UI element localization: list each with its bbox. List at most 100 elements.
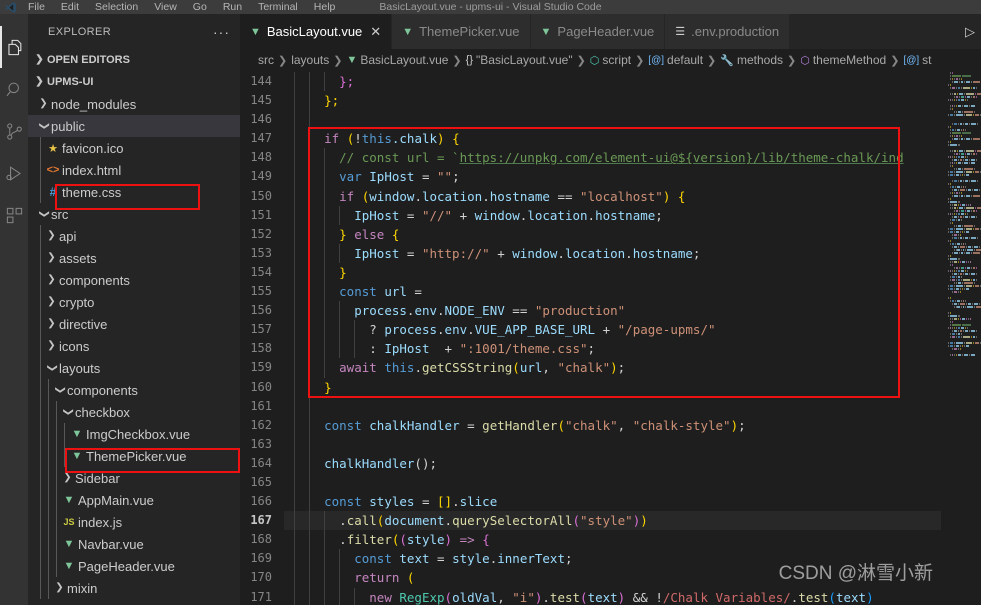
code-line[interactable]: const url = <box>284 282 941 302</box>
chevron-right-icon[interactable]: ❯ <box>44 247 59 269</box>
tree-file[interactable]: # theme.css <box>28 181 240 203</box>
tree-folder[interactable]: ❯ Sidebar <box>28 467 240 489</box>
chevron-right-icon[interactable]: ❯ <box>60 467 75 489</box>
chevron-down-icon[interactable]: ❯ <box>33 119 55 134</box>
breadcrumb-item[interactable]: [@] default <box>648 53 703 67</box>
code-line[interactable]: } <box>284 377 941 397</box>
code-line[interactable]: } else { <box>284 224 941 244</box>
menu-help[interactable]: Help <box>306 0 344 14</box>
tree-file[interactable]: JS index.js <box>28 511 240 533</box>
tree-folder[interactable]: ❯ checkbox <box>28 401 240 423</box>
tree-folder[interactable]: ❯ directive <box>28 313 240 335</box>
code-line[interactable]: process.env.NODE_ENV == "production" <box>284 301 941 321</box>
menu-selection[interactable]: Selection <box>87 0 146 14</box>
code-line[interactable] <box>284 110 941 130</box>
code-line[interactable]: new RegExp(oldVal, "i").test(text) && !/… <box>284 587 941 605</box>
breadcrumb[interactable]: src ❯ layouts ❯ ▼ BasicLayout.vue ❯{} "BasicLay… <box>240 49 981 71</box>
chevron-down-icon[interactable]: ❯ <box>49 383 71 398</box>
code-line[interactable] <box>284 472 941 493</box>
source-control-icon[interactable] <box>0 110 28 152</box>
chevron-right-icon[interactable]: ❯ <box>44 269 59 291</box>
tree-file[interactable]: ▼ AppMain.vue <box>28 489 240 511</box>
editor-tab[interactable]: ☰ .env.production <box>665 14 791 49</box>
menu-view[interactable]: View <box>146 0 185 14</box>
code-line[interactable]: IpHost = "//" + window.location.hostname… <box>284 205 941 225</box>
code-line[interactable]: if (!this.chalk) { <box>284 129 941 149</box>
breadcrumb-item[interactable]: ▼ BasicLayout.vue <box>346 53 448 67</box>
chevron-down-icon[interactable]: ❯ <box>41 361 63 376</box>
editor-tab-bar[interactable]: ▼ BasicLayout.vue ✕ ▼ ThemePicker.vue ▼ PageHe… <box>240 14 981 49</box>
tree-file[interactable]: ▼ PageHeader.vue <box>28 555 240 577</box>
tree-folder[interactable]: ❯ src <box>28 203 240 225</box>
explorer-icon[interactable] <box>0 26 28 68</box>
breadcrumb-item[interactable]: ⬡ script <box>590 53 631 67</box>
breadcrumb-item[interactable]: [@] st <box>903 53 931 67</box>
code-line[interactable]: const chalkHandler = getHandler("chalk",… <box>284 415 941 435</box>
tree-folder[interactable]: ❯ crypto <box>28 291 240 313</box>
code-content[interactable]: }; }; if (!this.chalk) { // const url = … <box>284 71 941 605</box>
more-actions-icon[interactable]: ··· <box>213 24 234 40</box>
tree-file[interactable]: ▼ ThemePicker.vue <box>28 445 240 467</box>
chevron-right-icon[interactable]: ❯ <box>52 577 67 599</box>
code-line[interactable]: .call(document.querySelectorAll("style")… <box>284 511 941 531</box>
tree-folder[interactable]: ❯ assets <box>28 247 240 269</box>
menu-terminal[interactable]: Terminal <box>250 0 306 14</box>
tree-folder[interactable]: ❯ icons <box>28 335 240 357</box>
tree-folder[interactable]: ❯ components <box>28 379 240 401</box>
search-icon[interactable] <box>0 68 28 110</box>
chevron-right-icon[interactable]: ❯ <box>44 313 59 335</box>
menu-run[interactable]: Run <box>215 0 250 14</box>
open-editors-section[interactable]: ❯ OPEN EDITORS <box>28 49 240 71</box>
minimap[interactable] <box>941 71 981 605</box>
code-line[interactable]: if (window.location.hostname == "localho… <box>284 186 941 206</box>
code-line[interactable] <box>284 434 941 454</box>
menu-bar[interactable]: File Edit Selection View Go Run Terminal Help <box>20 0 343 14</box>
breadcrumb-item[interactable]: 🔧 methods <box>720 53 783 67</box>
code-line[interactable]: chalkHandler(); <box>284 453 941 473</box>
tree-folder[interactable]: ❯ components <box>28 269 240 291</box>
breadcrumb-item[interactable]: ⬡ themeMethod <box>800 53 886 67</box>
split-editor-icon[interactable]: ▷ <box>965 24 975 40</box>
code-line[interactable]: }; <box>284 91 941 111</box>
code-line[interactable]: IpHost = "http://" + window.location.hos… <box>284 243 941 263</box>
menu-edit[interactable]: Edit <box>53 0 87 14</box>
tree-file[interactable]: <> index.html <box>28 159 240 181</box>
code-editor[interactable]: 144 145 146 147 148 149 150 151 152 153 154 155 156 1… <box>240 71 981 605</box>
tree-file[interactable]: ▼ Navbar.vue <box>28 533 240 555</box>
breadcrumb-item[interactable]: src <box>258 53 274 67</box>
code-line[interactable]: : IpHost + ":1001/theme.css"; <box>284 339 941 359</box>
tree-file[interactable]: ▼ ImgCheckbox.vue <box>28 423 240 445</box>
file-tree[interactable]: ❯ node_modules ❯ public ★ favicon.ico <> index.… <box>28 93 240 599</box>
chevron-right-icon[interactable]: ❯ <box>44 335 59 357</box>
code-line[interactable]: const styles = [].slice <box>284 492 941 512</box>
tree-folder[interactable]: ❯ public <box>28 115 240 137</box>
code-line[interactable]: .filter((style) => { <box>284 530 941 550</box>
code-line[interactable]: await this.getCSSString(url, "chalk"); <box>284 358 941 378</box>
code-line[interactable]: }; <box>284 72 941 92</box>
chevron-down-icon[interactable]: ❯ <box>57 405 79 420</box>
tree-folder[interactable]: ❯ layouts <box>28 357 240 379</box>
tree-folder[interactable]: ❯ mixin <box>28 577 240 599</box>
tree-folder[interactable]: ❯ api <box>28 225 240 247</box>
close-icon[interactable]: ✕ <box>370 24 381 40</box>
code-line[interactable] <box>284 396 941 416</box>
editor-actions[interactable]: ▷ <box>965 14 981 49</box>
code-line[interactable]: ? process.env.VUE_APP_BASE_URL + "/page-… <box>284 320 941 340</box>
project-section[interactable]: ❯ UPMS-UI <box>28 71 240 93</box>
tree-file[interactable]: ★ favicon.ico <box>28 137 240 159</box>
code-line[interactable]: } <box>284 262 941 283</box>
chevron-right-icon[interactable]: ❯ <box>44 225 59 247</box>
chevron-down-icon[interactable]: ❯ <box>33 207 55 222</box>
chevron-right-icon[interactable]: ❯ <box>44 291 59 313</box>
menu-go[interactable]: Go <box>185 0 215 14</box>
breadcrumb-item[interactable]: {} "BasicLayout.vue" <box>466 53 573 67</box>
run-debug-icon[interactable] <box>0 152 28 194</box>
chevron-right-icon[interactable]: ❯ <box>36 93 51 115</box>
breadcrumb-item[interactable]: layouts <box>291 53 329 67</box>
editor-tab[interactable]: ▼ ThemePicker.vue <box>392 14 531 49</box>
tree-folder[interactable]: ❯ node_modules <box>28 93 240 115</box>
code-line[interactable]: var IpHost = ""; <box>284 167 941 187</box>
extensions-icon[interactable] <box>0 194 28 236</box>
code-line[interactable]: // const url = `https://unpkg.com/elemen… <box>284 148 941 168</box>
activity-bar[interactable] <box>0 14 28 605</box>
